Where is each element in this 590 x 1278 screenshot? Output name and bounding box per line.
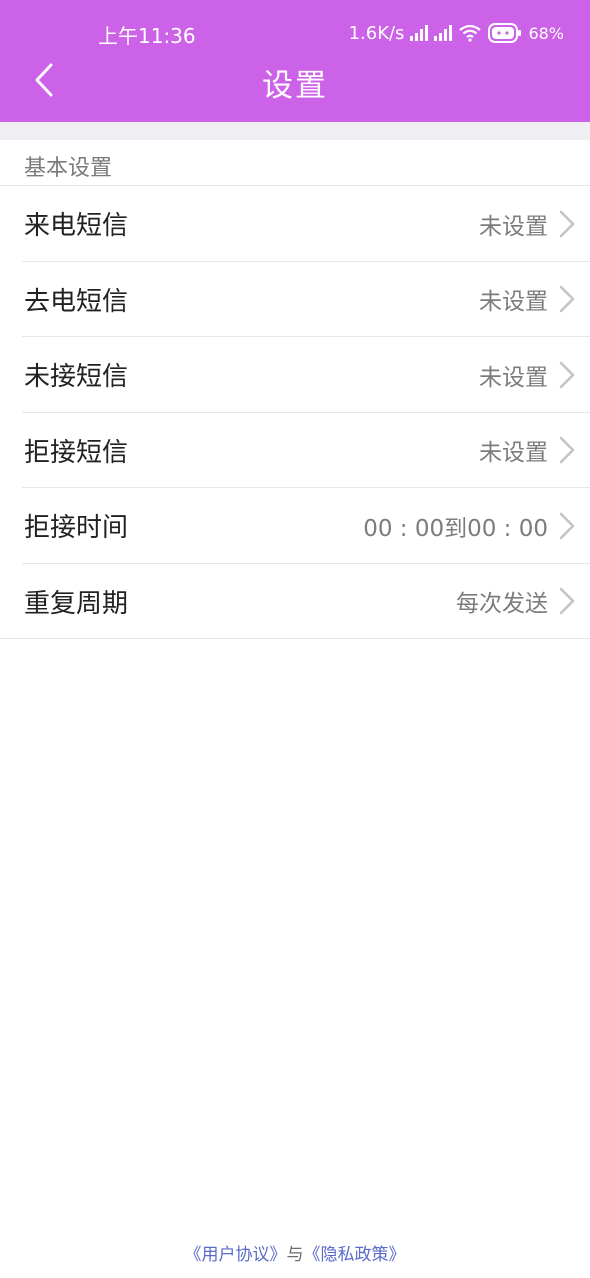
setting-value: 未设置 xyxy=(479,364,548,391)
divider xyxy=(0,638,590,639)
chevron-right-icon xyxy=(559,512,575,540)
wifi-icon xyxy=(458,24,482,42)
chevron-right-icon xyxy=(559,436,575,464)
setting-label: 去电短信 xyxy=(24,286,129,317)
setting-row-reject-sms[interactable]: 拒接短信 未设置 xyxy=(0,413,590,488)
setting-row-reject-time[interactable]: 拒接时间 00 : 00到00 : 00 xyxy=(0,488,590,564)
page-title: 设置 xyxy=(262,68,328,104)
setting-row-missed-sms[interactable]: 未接短信 未设置 xyxy=(0,337,590,413)
footer-links: 《用户协议》与《隐私政策》 xyxy=(0,1240,590,1265)
setting-value: 未设置 xyxy=(479,440,548,467)
signal-icon-2 xyxy=(434,25,453,41)
signal-icon xyxy=(410,25,429,41)
status-indicators: 1.6K/s 68% xyxy=(349,20,564,46)
setting-label: 来电短信 xyxy=(24,211,129,242)
chevron-right-icon xyxy=(559,285,575,313)
chevron-right-icon xyxy=(559,587,575,615)
chevron-right-icon xyxy=(559,361,575,389)
setting-row-outgoing-sms[interactable]: 去电短信 未设置 xyxy=(0,262,590,337)
setting-label: 拒接短信 xyxy=(24,437,129,468)
setting-row-repeat-period[interactable]: 重复周期 每次发送 xyxy=(0,564,590,639)
settings-list: 来电短信 未设置 去电短信 未设置 未接短信 未设置 拒接短信 未设置 拒接时间… xyxy=(0,186,590,639)
setting-label: 重复周期 xyxy=(24,588,129,619)
setting-value: 00 : 00到00 : 00 xyxy=(363,515,548,542)
footer-connector: 与 xyxy=(286,1245,304,1265)
chevron-right-icon xyxy=(559,210,575,238)
battery-percent: 68% xyxy=(528,23,564,43)
user-agreement-link[interactable]: 《用户协议》 xyxy=(185,1245,287,1265)
section-label: 基本设置 xyxy=(24,156,113,181)
setting-label: 未接短信 xyxy=(24,362,129,393)
privacy-policy-link[interactable]: 《隐私政策》 xyxy=(304,1245,406,1265)
setting-label: 拒接时间 xyxy=(24,513,129,544)
setting-value: 未设置 xyxy=(479,289,548,316)
setting-row-incoming-sms[interactable]: 来电短信 未设置 xyxy=(0,186,590,262)
net-speed: 1.6K/s xyxy=(348,22,405,44)
app-header: 上午11:36 1.6K/s 68% 设置 xyxy=(0,0,590,122)
setting-value: 每次发送 xyxy=(456,591,548,618)
status-time: 上午11:36 xyxy=(98,24,196,48)
section-gap xyxy=(0,122,590,140)
status-bar: 上午11:36 1.6K/s 68% xyxy=(0,0,590,62)
battery-icon xyxy=(488,23,522,43)
section-header: 基本设置 xyxy=(0,140,590,186)
setting-value: 未设置 xyxy=(479,213,548,240)
